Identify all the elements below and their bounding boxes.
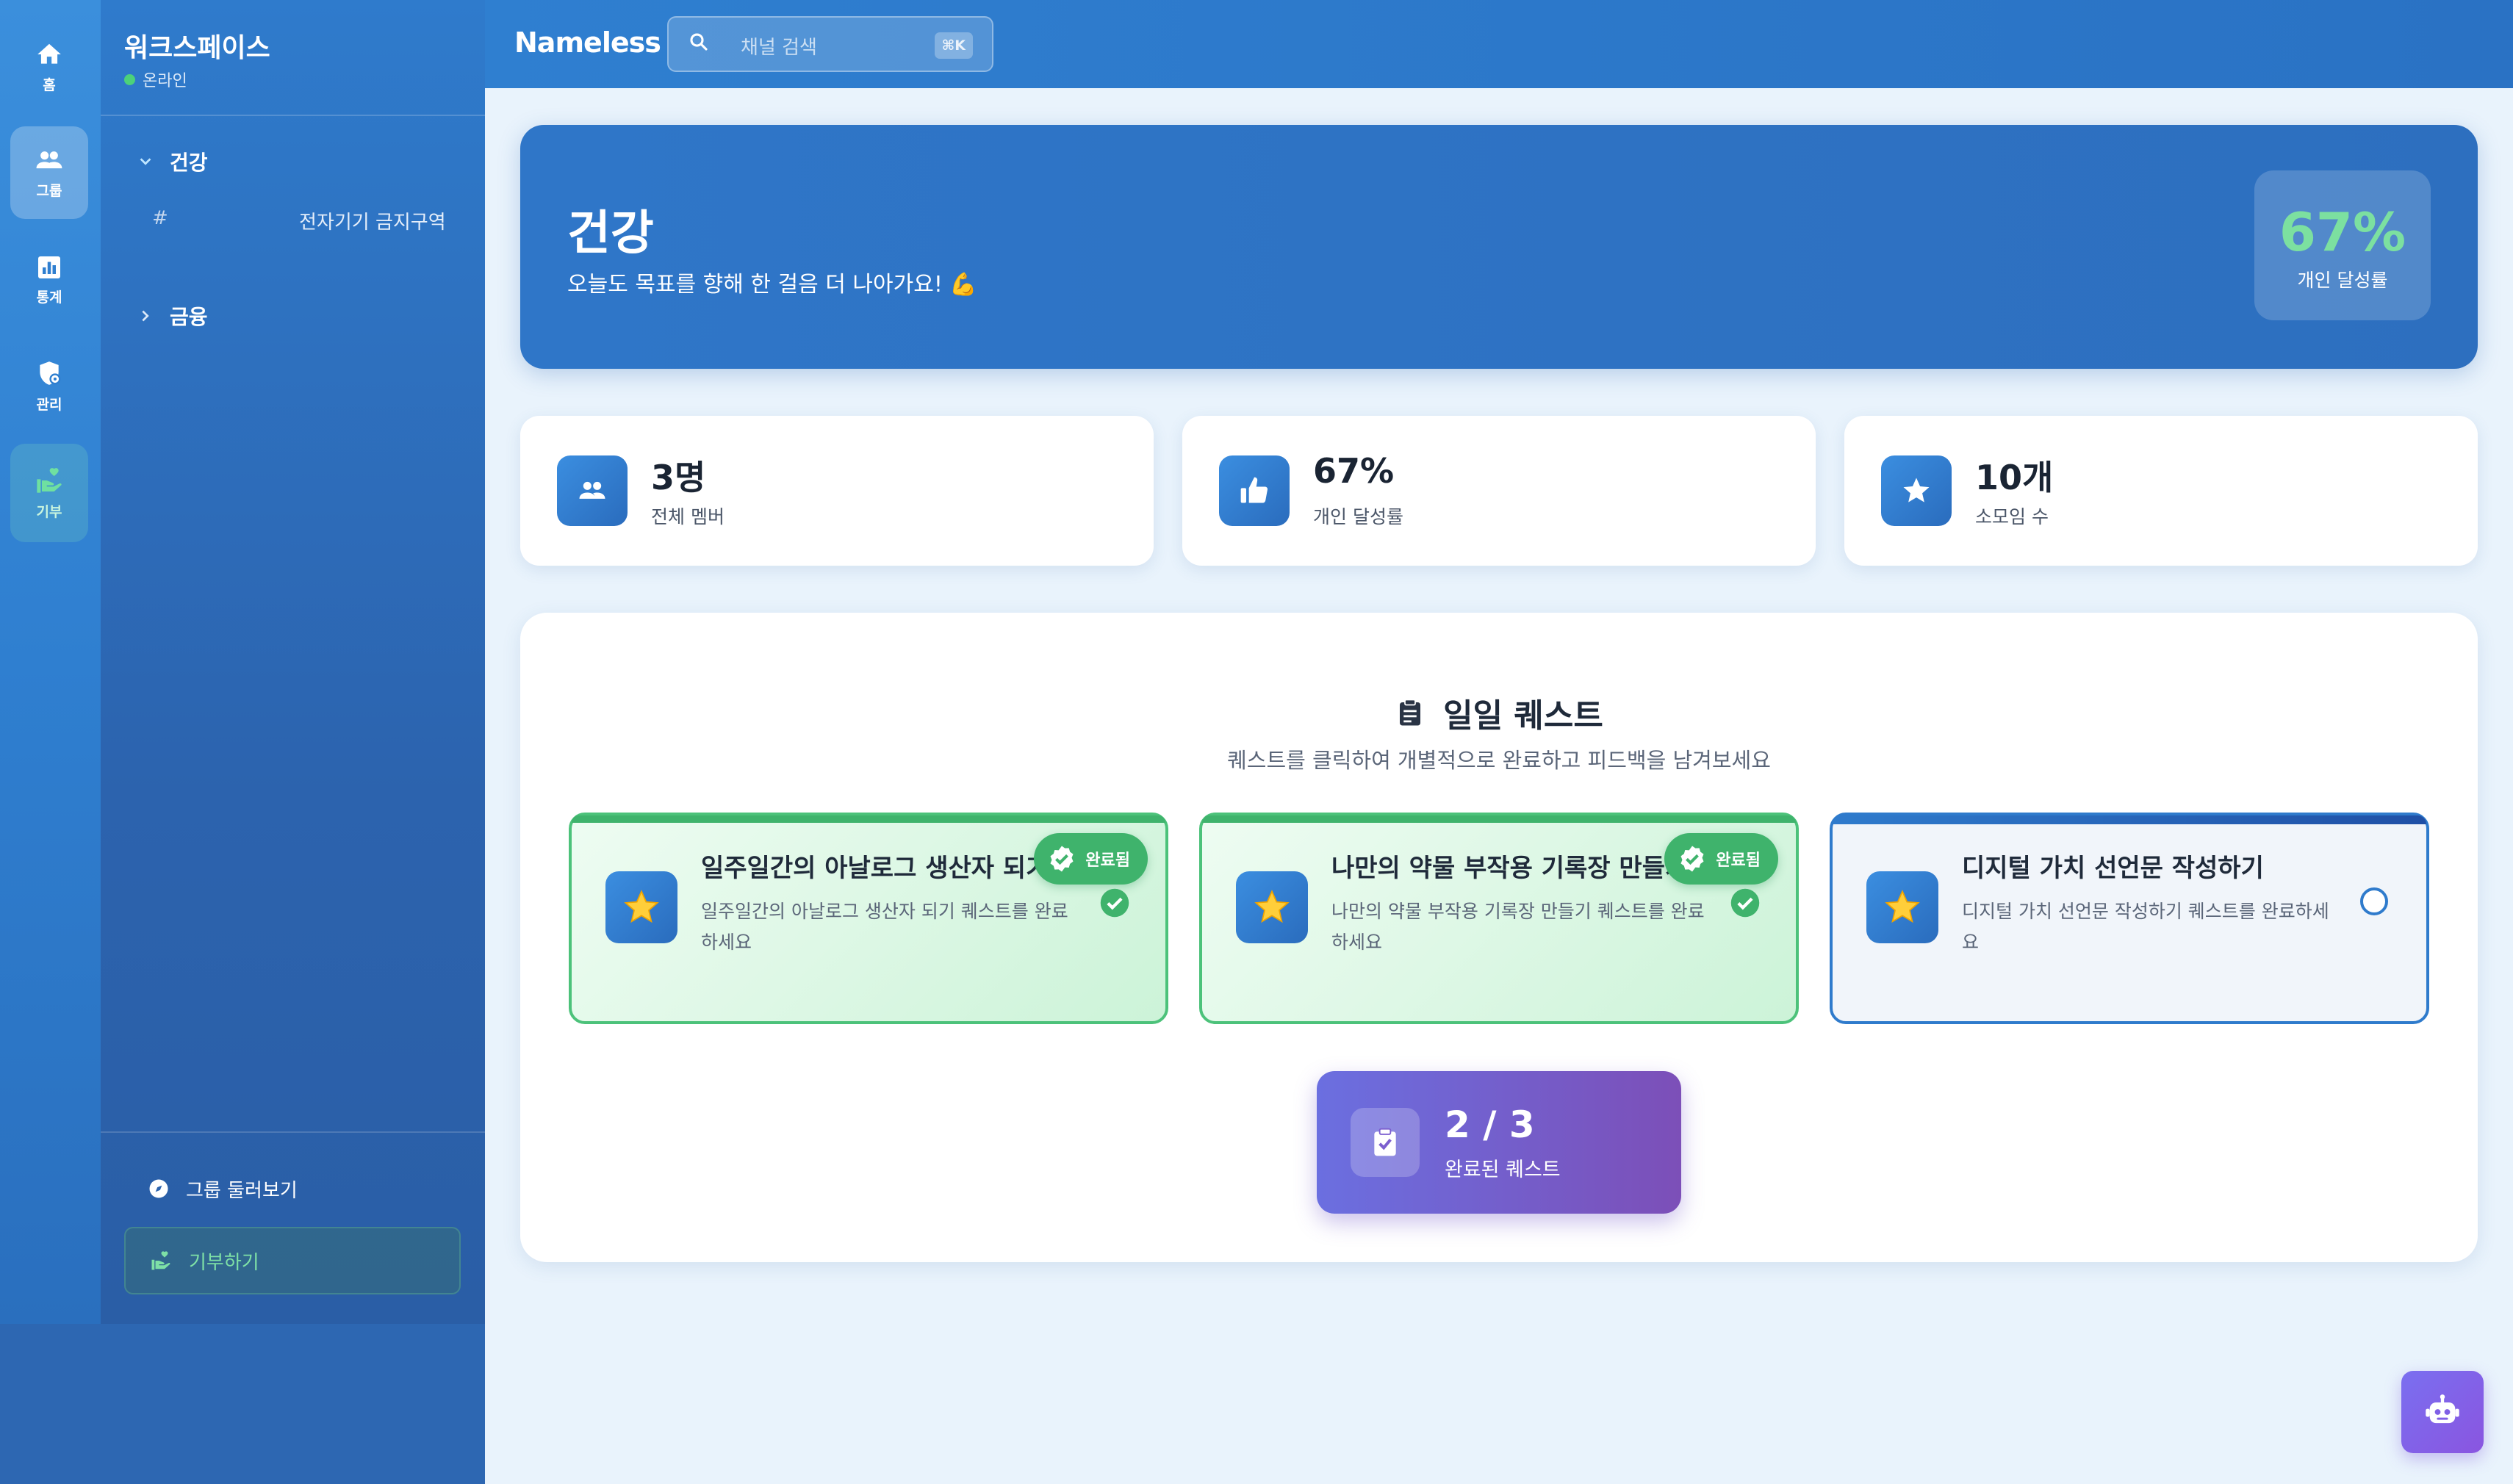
- browse-groups-button[interactable]: 그룹 둘러보기: [124, 1155, 461, 1222]
- hero-subtitle: 오늘도 목표를 향해 한 걸음 더 나아가요! 💪: [567, 272, 977, 298]
- status-text: 온라인: [143, 72, 187, 90]
- achievement-badge: 67% 개인 달성률: [2254, 170, 2431, 320]
- stat-card-achievement: 67% 개인 달성률: [1182, 416, 1816, 566]
- stat-card-clubs: 10개 소모임 수: [1844, 416, 2478, 566]
- top-bar: Nameless 채널 검색 ⌘K: [485, 0, 2513, 88]
- hash-icon: #: [152, 207, 168, 229]
- star-icon: [1866, 871, 1938, 943]
- thumbs-up-icon: [1219, 455, 1290, 526]
- bottom-left-area: [0, 1324, 485, 1484]
- quest-title-text: 일일 퀘스트: [1443, 697, 1603, 735]
- quest-title: 디지털 가치 선언문 작성하기: [1962, 854, 2264, 883]
- donate-label: 기부하기: [189, 1251, 259, 1274]
- quest-card[interactable]: 일주일간의 아날로그 생산자 되기 일주일간의 아날로그 생산자 되기 퀘스트를…: [569, 813, 1168, 1024]
- rail-item-group[interactable]: 그룹: [10, 126, 88, 219]
- rail-item-donate[interactable]: 기부: [10, 444, 88, 542]
- stat-value: 10개: [1975, 458, 2054, 497]
- rail-item-label: 통계: [36, 289, 62, 306]
- category-label: 건강: [170, 151, 208, 175]
- page-title: 건강: [567, 206, 654, 261]
- verified-icon: [1050, 846, 1074, 872]
- achievement-label: 개인 달성률: [2297, 270, 2388, 291]
- search-icon: [690, 33, 708, 51]
- check-circle-icon: [1100, 888, 1129, 918]
- stat-label: 소모임 수: [1975, 506, 2049, 527]
- rail-item-label: 홈: [43, 76, 56, 93]
- rail-item-stats[interactable]: 통계: [10, 234, 88, 326]
- rail-item-label: 기부: [36, 503, 62, 520]
- achievement-rate: 67%: [2279, 201, 2406, 263]
- members-icon: [557, 455, 628, 526]
- stat-card-members: 3명 전체 멤버: [520, 416, 1154, 566]
- donate-icon: [37, 467, 62, 493]
- quest-progress-value: 2 / 3: [1445, 1103, 1535, 1146]
- group-icon: [36, 151, 62, 168]
- completed-badge: 완료됨: [1034, 833, 1148, 885]
- star-icon: [1236, 871, 1308, 943]
- chatbot-button[interactable]: [2401, 1371, 2484, 1453]
- search-shortcut: ⌘K: [934, 32, 973, 59]
- daily-quest-panel: 일일 퀘스트 퀘스트를 클릭하여 개별적으로 완료하고 피드백을 남겨보세요 일…: [520, 613, 2478, 1262]
- star-icon: [605, 871, 677, 943]
- quest-progress-card: 2 / 3 완료된 퀘스트: [1317, 1071, 1681, 1214]
- star-icon: [1881, 455, 1952, 526]
- chevron-right-icon: [142, 310, 149, 322]
- channel-name: 전자기기 금지구역: [299, 212, 446, 234]
- quest-progress-label: 완료된 퀘스트: [1445, 1159, 1561, 1181]
- rail-item-label: 관리: [36, 396, 62, 413]
- quest-panel-title: 일일 퀘스트: [520, 689, 2478, 736]
- search-placeholder: 채널 검색: [741, 37, 817, 59]
- completed-badge-label: 완료됨: [1716, 851, 1761, 870]
- workspace-status: 온라인: [124, 68, 187, 91]
- channel-search-input[interactable]: 채널 검색 ⌘K: [667, 16, 993, 72]
- rail-item-label: 그룹: [36, 182, 62, 199]
- stat-label: 전체 멤버: [651, 506, 725, 527]
- check-circle-icon: [1730, 888, 1760, 918]
- stat-value: 67%: [1313, 451, 1395, 491]
- stat-label: 개인 달성률: [1313, 506, 1403, 527]
- quest-description: 일주일간의 아날로그 생산자 되기 퀘스트를 완료하세요: [701, 901, 1068, 953]
- donate-icon: [151, 1251, 170, 1270]
- rail-item-admin[interactable]: 관리: [10, 339, 88, 432]
- workspace-title: 워크스페이스: [124, 33, 270, 63]
- completed-badge-label: 완료됨: [1085, 851, 1130, 870]
- icon-rail: 홈 그룹 통계 관리 기부: [0, 0, 101, 1324]
- channel-sidebar: 워크스페이스 온라인 건강 # 전자기기 금지구역 금융 그룹 둘러보기 기부하…: [101, 0, 485, 1324]
- browse-groups-label: 그룹 둘러보기: [186, 1179, 298, 1202]
- online-dot-icon: [124, 73, 135, 85]
- stats-icon: [38, 256, 60, 278]
- quest-complete-toggle[interactable]: [2360, 887, 2388, 915]
- donate-button[interactable]: 기부하기: [124, 1227, 461, 1294]
- hero-banner: 건강 오늘도 목표를 향해 한 걸음 더 나아가요! 💪 67% 개인 달성률: [520, 125, 2478, 369]
- workspace-header: 워크스페이스 온라인: [101, 0, 485, 116]
- clipboard-check-icon: [1351, 1108, 1420, 1177]
- quest-card[interactable]: 디지털 가치 선언문 작성하기 디지털 가치 선언문 작성하기 퀘스트를 완료하…: [1830, 813, 2429, 1024]
- sidebar-footer: 그룹 둘러보기 기부하기: [101, 1131, 485, 1324]
- clipboard-icon: [1400, 699, 1421, 726]
- quest-description: 나만의 약물 부작용 기록장 만들기 퀘스트를 완료하세요: [1331, 901, 1705, 953]
- home-icon: [37, 43, 61, 64]
- quest-card[interactable]: 나만의 약물 부작용 기록장 만들기 나만의 약물 부작용 기록장 만들기 퀘스…: [1199, 813, 1799, 1024]
- quest-description: 디지털 가치 선언문 작성하기 퀘스트를 완료하세요: [1962, 901, 2329, 953]
- chevron-down-icon: [140, 158, 151, 165]
- verified-icon: [1680, 846, 1704, 872]
- quest-panel-subtitle: 퀘스트를 클릭하여 개별적으로 완료하고 피드백을 남겨보세요: [1227, 748, 1771, 773]
- compass-icon: [149, 1179, 168, 1198]
- category-label: 금융: [170, 305, 208, 329]
- category-health[interactable]: 건강: [137, 147, 208, 176]
- completed-badge: 완료됨: [1664, 833, 1778, 885]
- robot-icon: [2426, 1394, 2459, 1424]
- stat-value: 3명: [651, 458, 706, 497]
- category-finance[interactable]: 금융: [137, 301, 208, 331]
- brand-logo: Nameless: [514, 26, 661, 59]
- rail-item-home[interactable]: 홈: [10, 21, 88, 113]
- shield-icon: [40, 361, 61, 385]
